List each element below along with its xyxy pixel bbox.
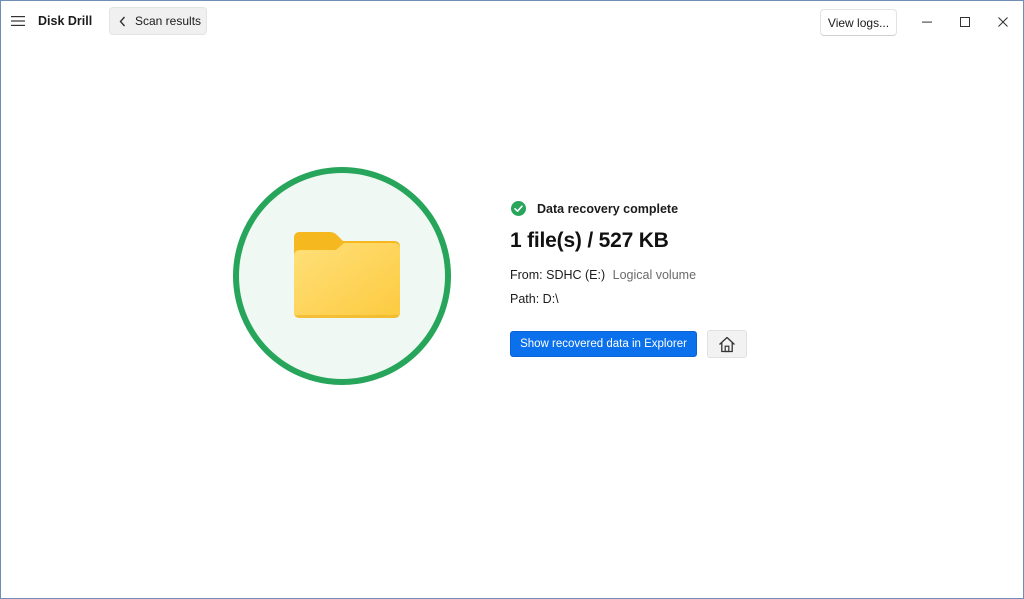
- close-icon: [998, 17, 1008, 27]
- path-value: D:\: [542, 292, 559, 306]
- minimize-button[interactable]: [912, 9, 942, 35]
- maximize-icon: [960, 17, 970, 27]
- folder-icon: [294, 232, 400, 318]
- view-logs-button[interactable]: View logs...: [820, 9, 897, 36]
- scan-results-back-button[interactable]: Scan results: [109, 7, 207, 35]
- from-row: From: SDHC (E:) Logical volume: [510, 268, 696, 282]
- menu-button[interactable]: [7, 10, 29, 32]
- show-in-explorer-button[interactable]: Show recovered data in Explorer: [510, 331, 697, 357]
- hamburger-icon: [11, 16, 25, 26]
- minimize-icon: [922, 21, 932, 23]
- from-volume-type: Logical volume: [612, 268, 697, 282]
- maximize-button[interactable]: [950, 9, 980, 35]
- home-icon: [719, 336, 735, 352]
- status-row: Data recovery complete: [511, 201, 678, 216]
- back-button-label: Scan results: [135, 14, 202, 28]
- recovered-summary: 1 file(s) / 527 KB: [510, 229, 669, 252]
- check-circle-icon: [511, 201, 526, 216]
- home-button[interactable]: [707, 330, 747, 358]
- app-title: Disk Drill: [38, 14, 93, 28]
- title-bar: Disk Drill Scan results View logs...: [1, 1, 1023, 43]
- path-row: Path: D:\: [510, 292, 559, 306]
- chevron-left-icon: [119, 16, 126, 27]
- from-value: SDHC (E:): [546, 268, 606, 282]
- close-button[interactable]: [988, 9, 1018, 35]
- app-window: Disk Drill Scan results View logs... Dat…: [0, 0, 1024, 599]
- recovery-status-circle: [233, 167, 451, 385]
- status-message: Data recovery complete: [537, 201, 679, 216]
- from-label: From:: [510, 268, 543, 282]
- path-label: Path:: [510, 292, 540, 306]
